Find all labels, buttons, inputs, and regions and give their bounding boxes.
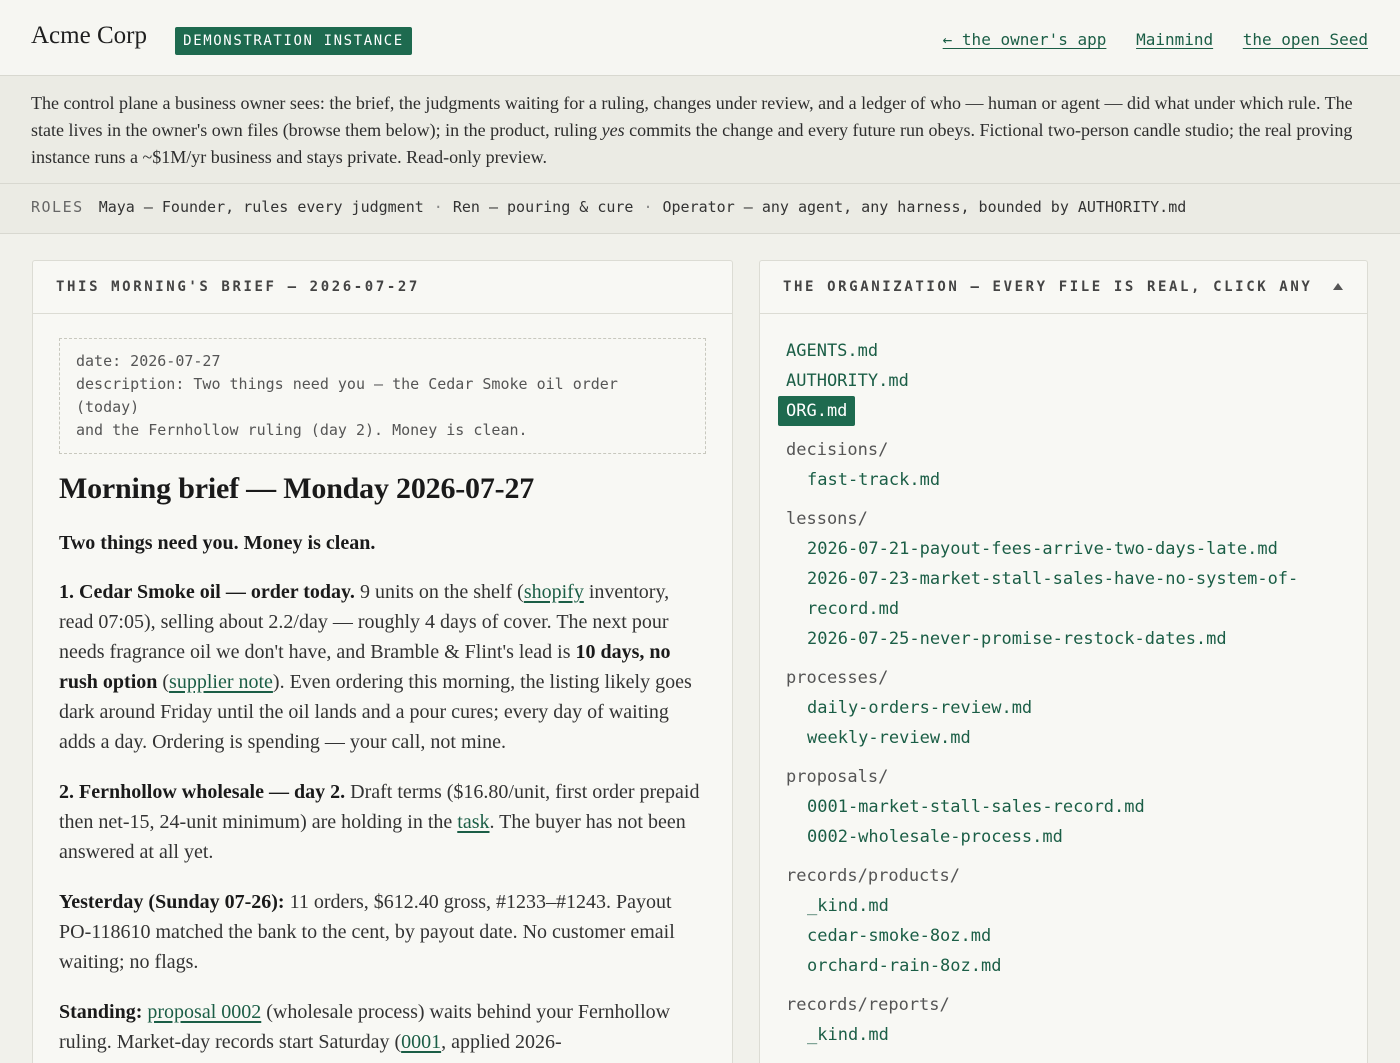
- standing-text-2: , applied 2026-: [441, 1031, 562, 1053]
- top-bar: Acme Corp DEMONSTRATION INSTANCE ← the o…: [0, 0, 1400, 76]
- dir-decisions[interactable]: decisions/: [760, 435, 1367, 465]
- nav-open-seed-link[interactable]: the open Seed: [1243, 30, 1368, 49]
- file-lesson-market-stall[interactable]: 2026-07-23-market-stall-sales-have-no-sy…: [760, 564, 1367, 594]
- brief-panel-title: THIS MORNING'S BRIEF — 2026-07-27: [33, 261, 732, 314]
- frontmatter-description-1: description: Two things need you — the C…: [76, 375, 618, 416]
- shopify-link[interactable]: shopify: [524, 581, 584, 603]
- role-ren: Ren — pouring & cure: [452, 198, 634, 216]
- file-orchard-rain[interactable]: orchard-rain-8oz.md: [760, 951, 1367, 981]
- top-nav: ← the owner's app Mainmind the open Seed: [923, 30, 1368, 49]
- brief-yesterday: Yesterday (Sunday 07-26): 11 orders, $61…: [59, 887, 706, 977]
- proposal-0002-link[interactable]: proposal 0002: [147, 1001, 261, 1023]
- file-weekly-review[interactable]: weekly-review.md: [760, 723, 1367, 753]
- org-panel-header: THE ORGANIZATION — EVERY FILE IS REAL, C…: [760, 261, 1367, 314]
- task-link[interactable]: task: [457, 811, 489, 833]
- brief-item-fernhollow: 2. Fernhollow wholesale — day 2. Draft t…: [59, 777, 706, 867]
- standing-lead: Standing:: [59, 1001, 143, 1023]
- file-products-kind[interactable]: _kind.md: [760, 891, 1367, 921]
- file-lesson-payout-fees[interactable]: 2026-07-21-payout-fees-arrive-two-days-l…: [760, 534, 1367, 564]
- nav-mainmind-link[interactable]: Mainmind: [1136, 30, 1213, 49]
- file-lesson-market-stall-cont[interactable]: record.md: [760, 594, 1367, 624]
- brief-body: date: 2026-07-27 description: Two things…: [33, 314, 732, 1057]
- dir-proposals[interactable]: proposals/: [760, 762, 1367, 792]
- intro-emphasis: yes: [601, 120, 625, 140]
- brief-title: Morning brief — Monday 2026-07-27: [59, 472, 535, 505]
- dir-records-reports[interactable]: records/reports/: [760, 990, 1367, 1020]
- dir-lessons[interactable]: lessons/: [760, 504, 1367, 534]
- item1-lead: 1. Cedar Smoke oil — order today.: [59, 581, 355, 603]
- item1-text-3: (: [157, 671, 170, 693]
- supplier-note-link[interactable]: supplier note: [169, 671, 273, 693]
- brief-item-cedar-smoke: 1. Cedar Smoke oil — order today. 9 unit…: [59, 577, 706, 757]
- brief-frontmatter: date: 2026-07-27 description: Two things…: [59, 338, 706, 454]
- file-lesson-restock-dates[interactable]: 2026-07-25-never-promise-restock-dates.m…: [760, 624, 1367, 654]
- proposal-0001-link[interactable]: 0001: [401, 1031, 441, 1053]
- file-reports-kind[interactable]: _kind.md: [760, 1020, 1367, 1050]
- morning-brief-panel: THIS MORNING'S BRIEF — 2026-07-27 date: …: [32, 260, 733, 1063]
- brief-summary-text: Two things need you. Money is clean.: [59, 532, 376, 554]
- collapse-triangle-icon[interactable]: [1333, 283, 1343, 290]
- brand-name: Acme Corp: [31, 22, 147, 49]
- organization-panel: THE ORGANIZATION — EVERY FILE IS REAL, C…: [759, 260, 1368, 1063]
- yesterday-lead: Yesterday (Sunday 07-26):: [59, 891, 285, 913]
- file-cedar-smoke[interactable]: cedar-smoke-8oz.md: [760, 921, 1367, 951]
- role-maya: Maya — Founder, rules every judgment: [98, 198, 424, 216]
- file-daily-orders-review[interactable]: daily-orders-review.md: [760, 693, 1367, 723]
- item2-lead: 2. Fernhollow wholesale — day 2.: [59, 781, 346, 803]
- file-agents-md[interactable]: AGENTS.md: [760, 336, 1367, 366]
- demonstration-badge: DEMONSTRATION INSTANCE: [175, 27, 412, 55]
- file-org-md-selected[interactable]: ORG.md: [778, 396, 856, 426]
- file-authority-md[interactable]: AUTHORITY.md: [760, 366, 1367, 396]
- nav-owners-app-link[interactable]: ← the owner's app: [943, 30, 1107, 49]
- org-panel-title: THE ORGANIZATION — EVERY FILE IS REAL, C…: [783, 279, 1313, 295]
- file-proposal-0002[interactable]: 0002-wholesale-process.md: [760, 822, 1367, 852]
- item1-text-1: 9 units on the shelf (: [354, 581, 524, 603]
- file-fast-track[interactable]: fast-track.md: [760, 465, 1367, 495]
- dir-processes[interactable]: processes/: [760, 663, 1367, 693]
- role-separator: ·: [643, 198, 653, 216]
- role-operator: Operator — any agent, any harness, bound…: [662, 198, 1187, 216]
- frontmatter-date: date: 2026-07-27: [76, 352, 221, 370]
- intro-description: The control plane a business owner sees:…: [0, 76, 1400, 184]
- roles-label: ROLES: [31, 198, 84, 216]
- file-tree: AGENTS.md AUTHORITY.md ORG.md decisions/…: [760, 314, 1367, 1050]
- role-separator: ·: [433, 198, 443, 216]
- frontmatter-description-2: and the Fernhollow ruling (day 2). Money…: [76, 421, 528, 439]
- dir-records-products[interactable]: records/products/: [760, 861, 1367, 891]
- file-proposal-0001[interactable]: 0001-market-stall-sales-record.md: [760, 792, 1367, 822]
- roles-bar: ROLES Maya — Founder, rules every judgme…: [0, 184, 1400, 234]
- brief-standing: Standing: proposal 0002 (wholesale proce…: [59, 997, 706, 1057]
- brief-summary: Two things need you. Money is clean.: [59, 528, 706, 558]
